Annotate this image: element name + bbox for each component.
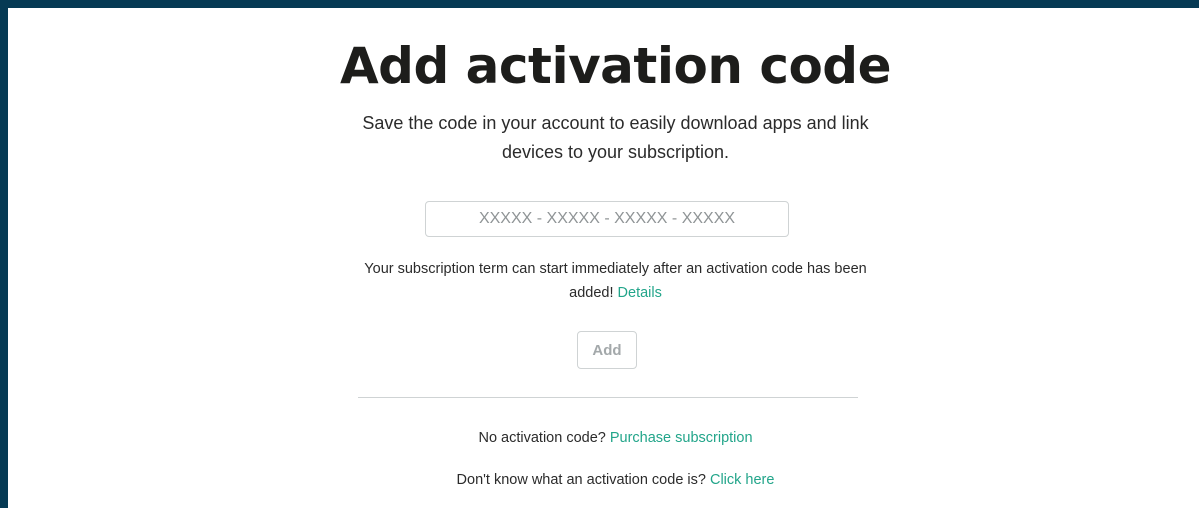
help-prompt-line: Don't know what an activation code is? C… [358,470,873,490]
click-here-link[interactable]: Click here [710,472,774,488]
purchase-subscription-link[interactable]: Purchase subscription [610,430,753,446]
details-link[interactable]: Details [618,285,662,301]
page-subtitle: Save the code in your account to easily … [362,113,869,162]
help-prompt-text: Don't know what an activation code is? [456,472,710,488]
subscription-term-text: Your subscription term can start immedia… [364,261,867,301]
activation-code-input[interactable] [425,201,789,237]
purchase-prompt-text: No activation code? [478,430,610,446]
subscription-term-note: Your subscription term can start immedia… [358,257,873,305]
main-panel: Add activation code Save the code in you… [8,8,1199,508]
page-title: Add activation code [339,37,892,95]
purchase-prompt-line: No activation code? Purchase subscriptio… [358,428,873,448]
add-button[interactable]: Add [577,331,637,369]
divider [358,397,858,398]
